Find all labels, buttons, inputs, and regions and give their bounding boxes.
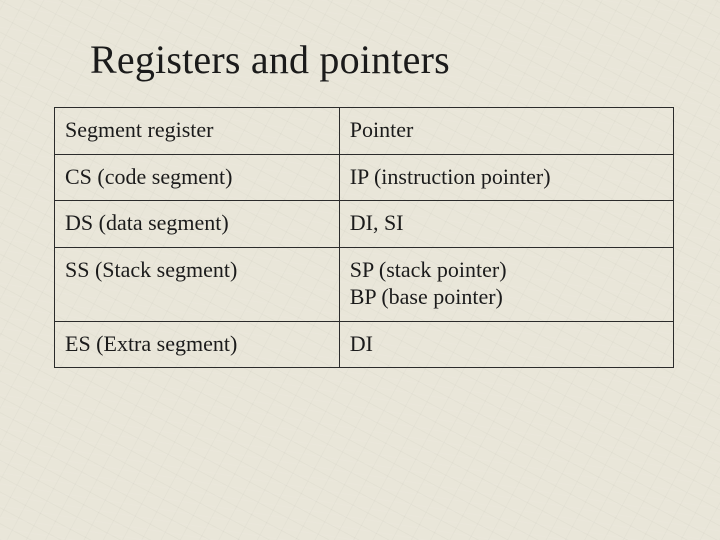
cell-pointer: DI [339, 321, 673, 368]
registers-table: Segment register Pointer CS (code segmen… [54, 107, 674, 368]
cell-segment: DS (data segment) [55, 201, 340, 248]
table-row: DS (data segment) DI, SI [55, 201, 674, 248]
cell-segment: SS (Stack segment) [55, 247, 340, 321]
cell-segment: CS (code segment) [55, 154, 340, 201]
slide-title: Registers and pointers [90, 36, 670, 83]
table-row: Segment register Pointer [55, 108, 674, 155]
header-cell-pointer: Pointer [339, 108, 673, 155]
slide: Registers and pointers Segment register … [0, 0, 720, 540]
table-row: CS (code segment) IP (instruction pointe… [55, 154, 674, 201]
table-row: ES (Extra segment) DI [55, 321, 674, 368]
cell-segment: ES (Extra segment) [55, 321, 340, 368]
cell-pointer: SP (stack pointer) BP (base pointer) [339, 247, 673, 321]
cell-pointer: IP (instruction pointer) [339, 154, 673, 201]
header-cell-segment: Segment register [55, 108, 340, 155]
table-row: SS (Stack segment) SP (stack pointer) BP… [55, 247, 674, 321]
cell-pointer: DI, SI [339, 201, 673, 248]
